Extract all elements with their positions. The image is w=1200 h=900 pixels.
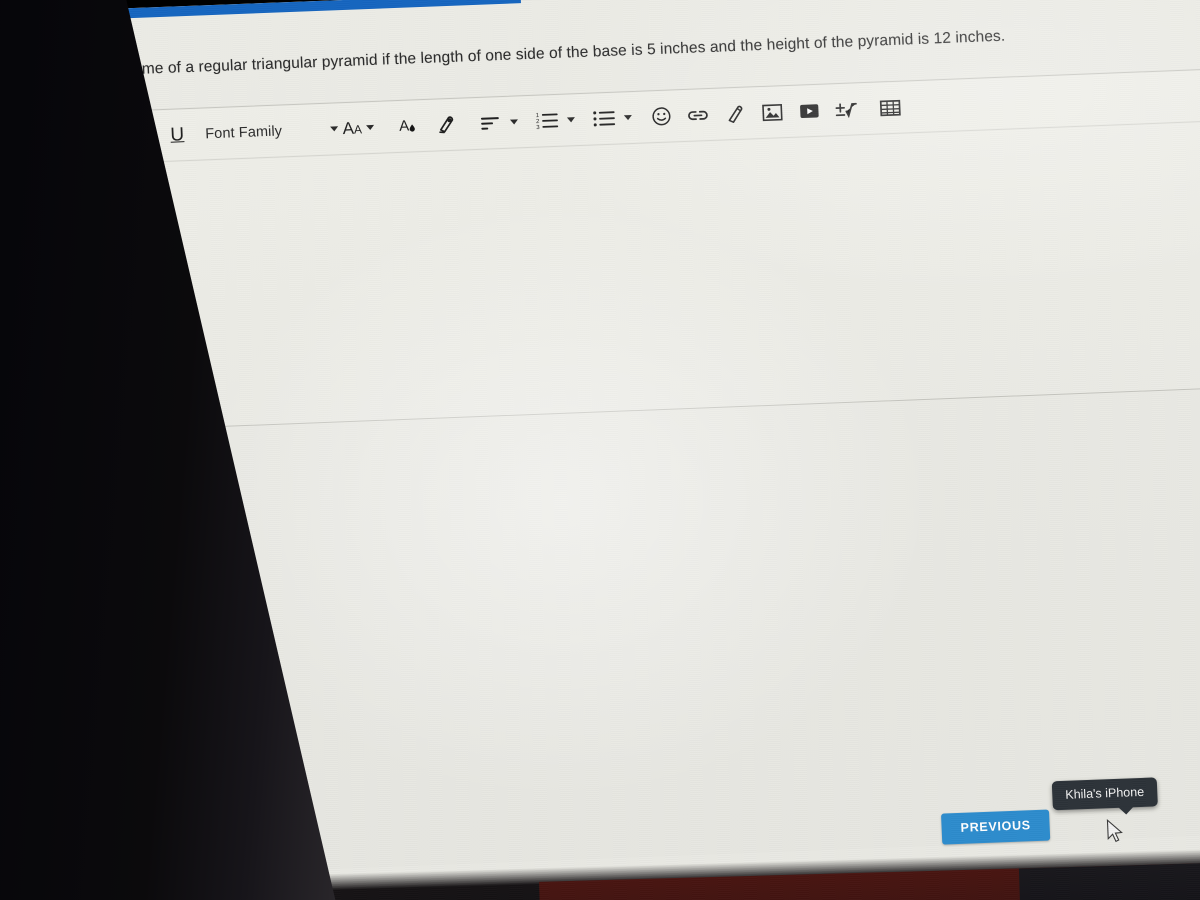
text-color-icon[interactable]: A: [393, 108, 424, 143]
insert-equation-icon[interactable]: [830, 92, 861, 127]
font-family-dropdown[interactable]: Font Family: [199, 113, 318, 151]
chevron-down-icon[interactable]: [566, 117, 576, 123]
underline-icon[interactable]: U: [155, 117, 200, 153]
dock-right-region: [1018, 860, 1200, 900]
insert-table-icon[interactable]: [874, 90, 905, 125]
laptop-screen: 10. Find the volume of a regular triangu…: [0, 0, 1200, 900]
bold-icon[interactable]: B: [75, 120, 116, 156]
bulleted-list-dropdown[interactable]: [588, 101, 619, 136]
insert-image-icon[interactable]: [756, 95, 787, 130]
font-family-label: Font Family: [204, 122, 283, 142]
answer-editor-panel: B i U Font Family AA A 1 2 3: [61, 68, 1200, 433]
align-dropdown[interactable]: [474, 105, 505, 140]
emoji-icon[interactable]: [645, 99, 676, 134]
numbered-list-dropdown[interactable]: 123: [531, 103, 562, 138]
chevron-down-icon: [366, 124, 375, 131]
draw-pencil-icon[interactable]: [719, 96, 750, 131]
font-size-label: AA: [342, 118, 362, 138]
insert-video-icon[interactable]: [793, 93, 824, 128]
font-size-dropdown[interactable]: AA: [316, 110, 387, 147]
svg-text:A: A: [399, 117, 410, 134]
previous-button[interactable]: PREVIOUS: [941, 809, 1051, 845]
chevron-down-icon: [329, 126, 338, 132]
chevron-down-icon[interactable]: [623, 114, 633, 121]
italic-icon[interactable]: i: [115, 119, 156, 155]
answer-editor-body[interactable]: [65, 122, 1200, 433]
airplay-device-tooltip: Khila's iPhone: [1051, 777, 1158, 811]
highlighter-icon[interactable]: [430, 107, 461, 142]
link-icon[interactable]: [682, 97, 713, 132]
quiz-page-surface: 10. Find the volume of a regular triangu…: [0, 0, 1200, 882]
svg-text:3: 3: [536, 125, 540, 131]
photographed-screen-scene: 10. Find the volume of a regular triangu…: [0, 0, 1200, 900]
chevron-down-icon[interactable]: [509, 119, 519, 125]
mouse-cursor-icon: [1106, 818, 1125, 845]
